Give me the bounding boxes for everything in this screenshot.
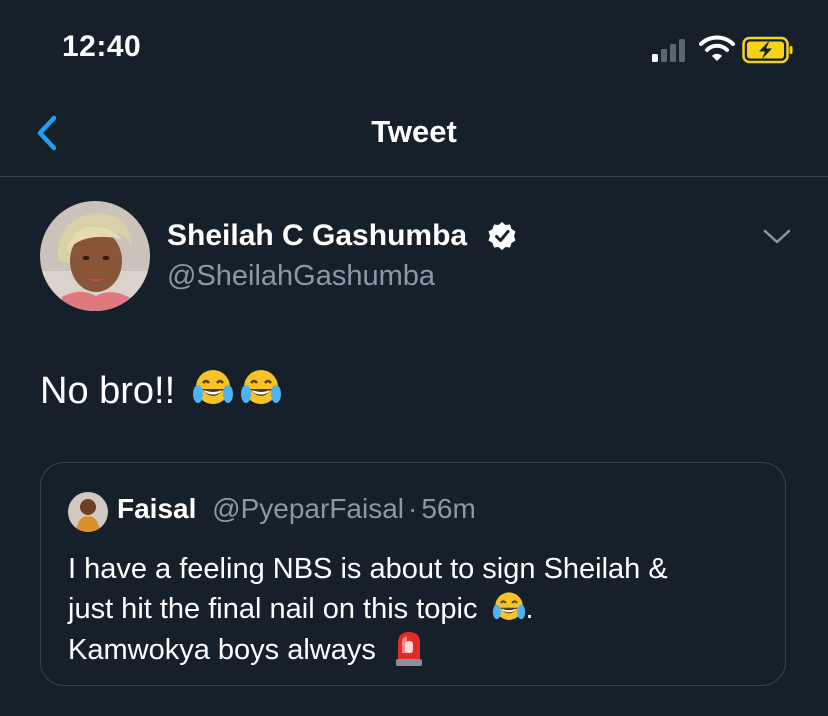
quoted-author-name: Faisal [117,493,197,524]
quoted-author-avatar [68,492,108,532]
wifi-icon [699,35,735,61]
tweet-text: No bro!! [40,367,282,415]
quoted-text-period: . [525,593,534,625]
quoted-timestamp: 56m [421,493,476,524]
tears-of-joy-emoji-icon [192,370,233,404]
tears-of-joy-emoji-icon [492,592,525,620]
nav-header: Tweet [0,90,828,177]
tears-of-joy-emoji-icon [240,370,281,404]
quoted-text-line-2: just hit the final nail on this topic . [68,589,768,629]
quoted-author-handle: @PyeparFaisal [212,493,405,524]
author-name[interactable]: Sheilah C Gashumba [167,219,467,253]
chevron-down-icon[interactable] [760,221,794,251]
author-handle[interactable]: @SheilahGashumba [167,260,435,293]
quoted-text-line: just hit the final nail on this topic [68,593,478,625]
quoted-tweet-header: Faisal @PyeparFaisal · 56m [117,493,476,525]
battery-charging-icon [742,36,793,64]
quoted-text-line: Kamwokya boys always [68,634,376,666]
page-title: Tweet [371,114,457,149]
quoted-tweet-card[interactable]: Faisal @PyeparFaisal · 56m I have a feelin… [40,462,786,686]
quoted-separator: · [408,493,418,524]
quoted-text-line: I have a feeling NBS is about to sign Sh… [68,553,668,585]
verified-badge-icon [488,222,516,250]
author-avatar[interactable] [40,201,150,311]
police-car-light-emoji-icon [395,632,422,666]
status-time: 12:40 [62,30,142,63]
tweet-detail: Sheilah C Gashumba @SheilahGashumba No b… [0,177,828,716]
tweet-text-body: No bro!! [40,370,176,412]
status-bar: 12:40 [0,0,828,90]
quoted-tweet-text: I have a feeling NBS is about to sign Sh… [68,549,768,670]
cellular-signal-icon [652,38,690,62]
quoted-text-line-3: Kamwokya boys always [68,629,768,670]
